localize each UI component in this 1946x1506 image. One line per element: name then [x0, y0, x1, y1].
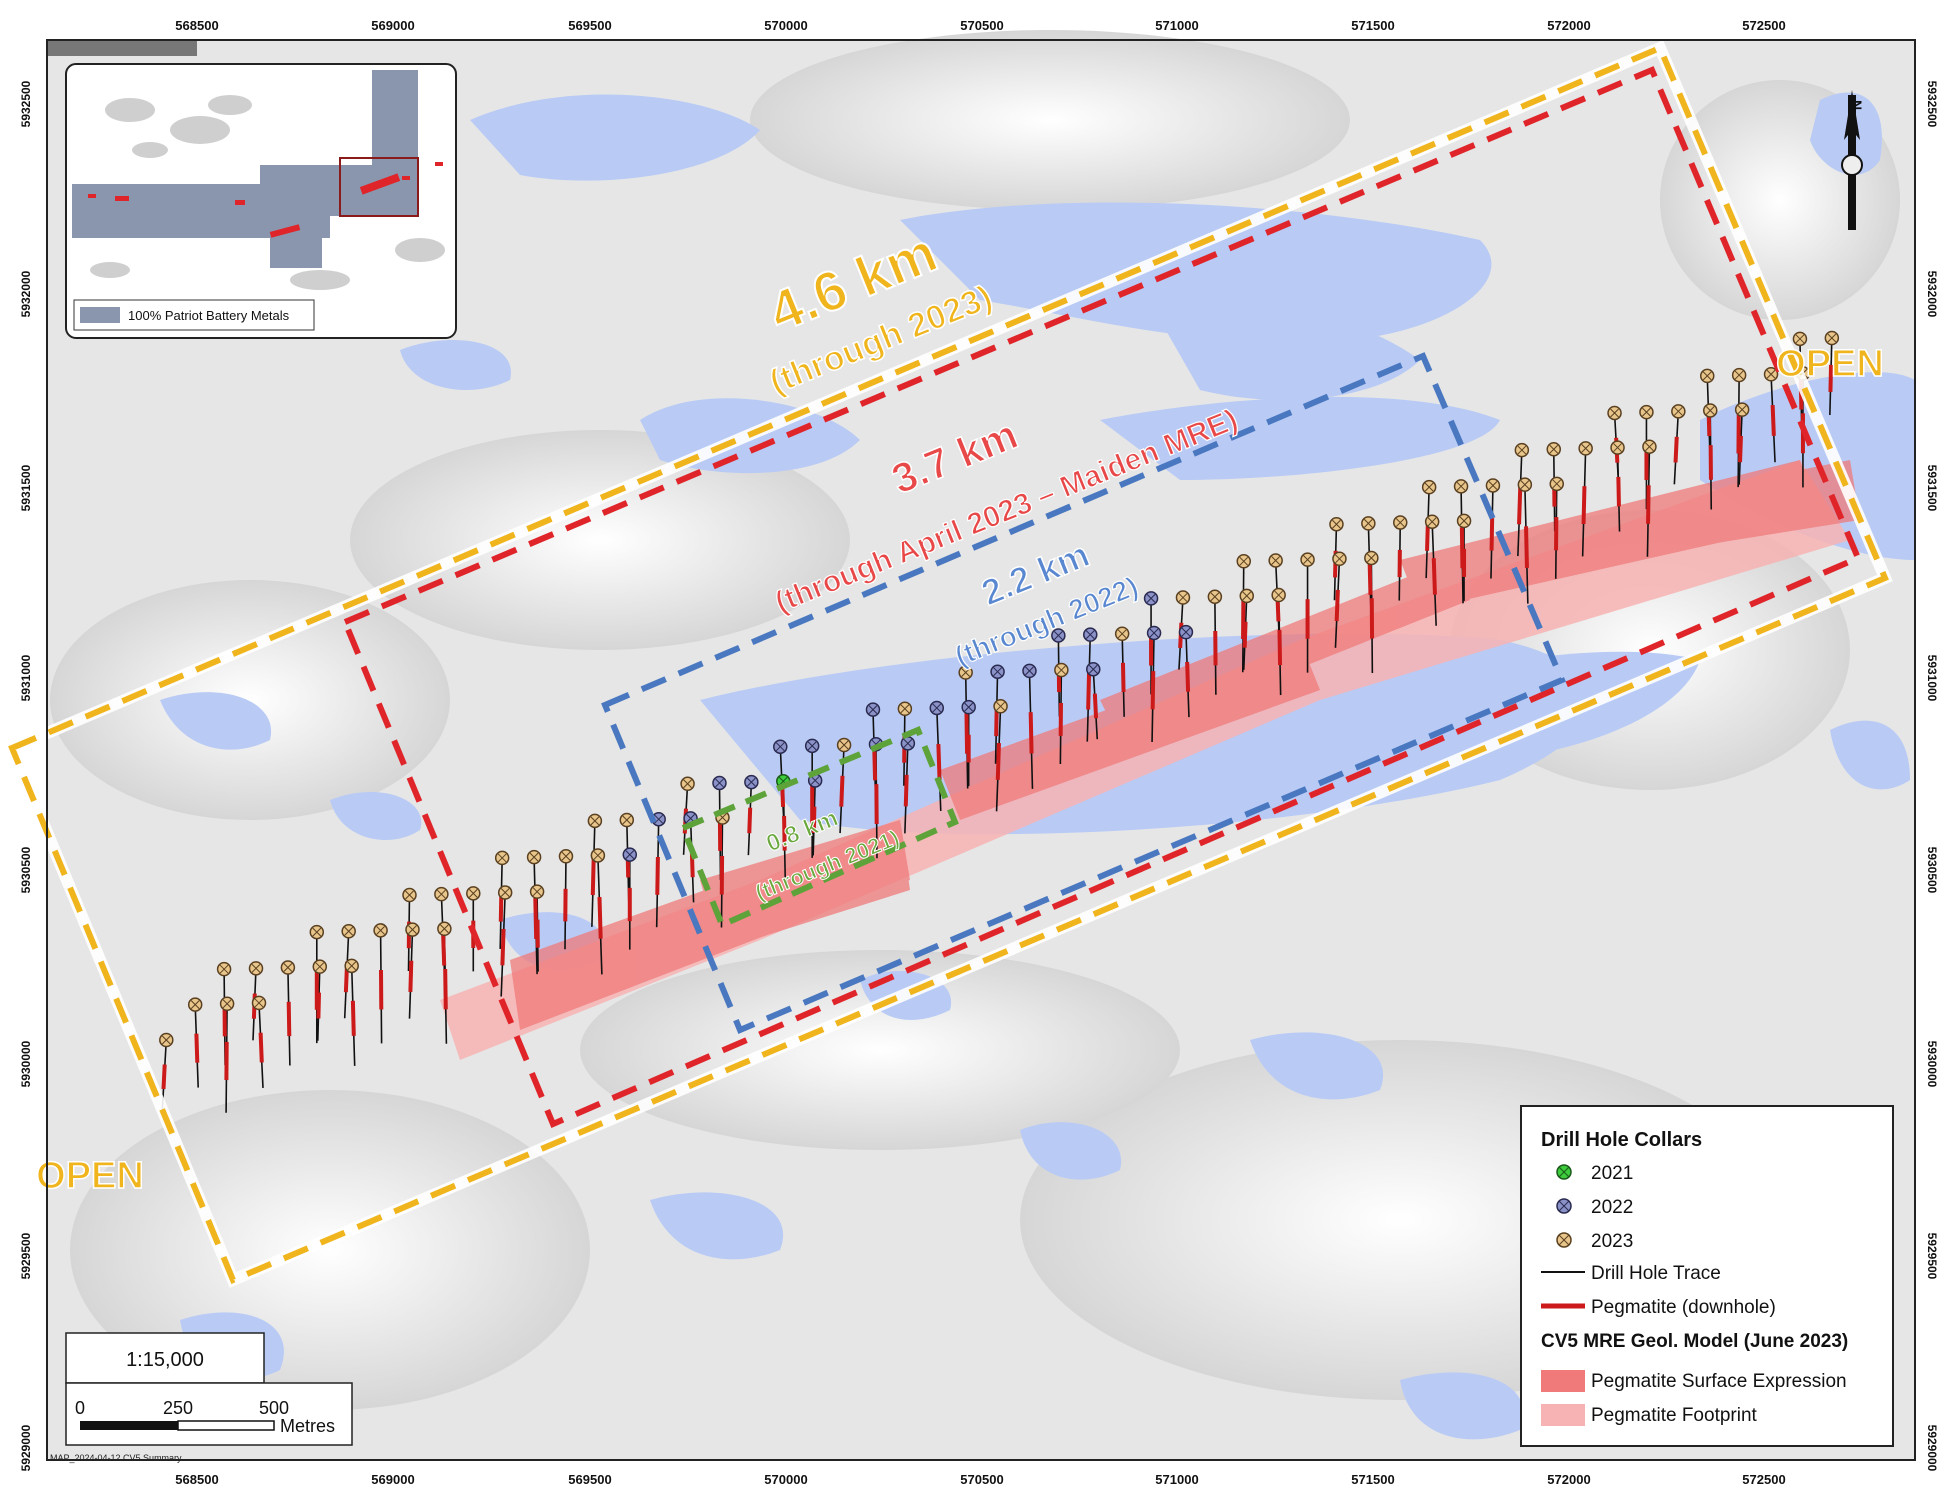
pegmatite-interval [597, 897, 603, 939]
pegmatite-interval [1277, 630, 1283, 666]
footer-note: MAP_2024-04-12 CV5 Summary [50, 1453, 182, 1463]
pegmatite-interval [1489, 517, 1495, 551]
x-axis-top: 568500 569000 569500 570000 570500 57100… [175, 18, 1785, 33]
y-tick-left: 5932500 [19, 80, 33, 127]
pegmatite-interval [161, 1064, 167, 1090]
pegmatite-interval [1086, 672, 1092, 710]
pegmatite-interval [408, 960, 414, 992]
svg-text:N: N [1849, 100, 1865, 110]
pegmatite-interval [258, 1032, 264, 1063]
pegmatite-interval [747, 807, 753, 834]
x-tick-top: 568500 [175, 18, 218, 33]
pegmatite-interval [590, 857, 596, 896]
inset-map: 100% Patriot Battery Metals [65, 63, 457, 339]
legend-title: Drill Hole Collars [1541, 1129, 1702, 1151]
y-tick-left: 5929500 [19, 1232, 33, 1279]
y-tick-left: 5932000 [19, 270, 33, 317]
legend-2022: 2022 [1591, 1197, 1633, 1218]
legend-pegmatite-downhole: Pegmatite (downhole) [1591, 1297, 1776, 1318]
pegmatite-interval [903, 774, 909, 807]
y-tick-right: 5932000 [1925, 271, 1939, 318]
pegmatite-interval [1028, 712, 1034, 754]
y-tick-left: 5929000 [19, 1424, 33, 1471]
pegmatite-interval [1120, 662, 1126, 692]
pegmatite-interval [1242, 621, 1248, 648]
pegmatite-interval [350, 1000, 356, 1036]
open-label-right: OPEN [1776, 343, 1884, 385]
scale-ratio: 1:15,000 [126, 1349, 204, 1371]
inset-legend-label: 100% Patriot Battery Metals [128, 308, 290, 323]
y-tick-right: 5930000 [1925, 1041, 1939, 1088]
pegmatite-interval [1517, 487, 1523, 525]
pegmatite-interval [839, 775, 845, 807]
pegmatite-interval [443, 968, 448, 1010]
pegmatite-interval [1616, 476, 1621, 507]
x-tick-bottom: 570000 [764, 1472, 807, 1487]
legend-footprint: Pegmatite Footprint [1591, 1405, 1758, 1426]
legend-2021: 2021 [1591, 1163, 1633, 1184]
x-axis-bottom: 568500 569000 569500 570000 570500 57100… [175, 1472, 1785, 1487]
pegmatite-interval [1673, 436, 1679, 463]
cv5-map: 4.6 km (through 2023) 3.7 km (through Ap… [4, 18, 1939, 1487]
y-tick-left: 5931500 [19, 464, 33, 511]
scale-unit: Metres [280, 1416, 335, 1436]
inset-legend-swatch [80, 307, 120, 323]
scale-label-250: 250 [163, 1398, 193, 1418]
footprint-swatch [1541, 1404, 1585, 1426]
pegmatite-interval [1524, 526, 1529, 568]
x-tick-bottom: 571000 [1155, 1472, 1198, 1487]
y-tick-right: 5932500 [1925, 81, 1939, 128]
pegmatite-interval [1770, 404, 1776, 436]
x-tick-bottom: 572500 [1742, 1472, 1785, 1487]
x-tick-top: 569500 [568, 18, 611, 33]
y-tick-right: 5931000 [1925, 655, 1939, 702]
x-tick-bottom: 569000 [371, 1472, 414, 1487]
y-axis-right: 5932500 5932000 5931500 5931000 5930500 … [1925, 81, 1939, 1472]
x-tick-top: 571000 [1155, 18, 1198, 33]
y-tick-right: 5929500 [1925, 1233, 1939, 1280]
pegmatite-interval [655, 856, 660, 895]
x-tick-top: 570000 [764, 18, 807, 33]
scale-label-0: 0 [75, 1398, 85, 1418]
x-tick-bottom: 571500 [1351, 1472, 1394, 1487]
pegmatite-interval [1092, 693, 1099, 719]
pegmatite-interval [1646, 485, 1651, 524]
x-tick-top: 569000 [371, 18, 414, 33]
y-tick-left: 5931000 [19, 654, 33, 701]
corner-mark [47, 40, 197, 56]
x-tick-bottom: 572000 [1547, 1472, 1590, 1487]
x-tick-top: 572000 [1547, 18, 1590, 33]
x-tick-bottom: 570500 [960, 1472, 1003, 1487]
pegmatite-interval [1334, 589, 1340, 622]
pegmatite-interval [286, 1001, 292, 1037]
legend: Drill Hole Collars 2021 2022 2023 Drill … [1520, 1105, 1894, 1447]
pegmatite-interval [936, 743, 942, 781]
legend-2023: 2023 [1591, 1231, 1633, 1252]
pegmatite-interval [194, 1033, 200, 1063]
pegmatite-interval [316, 992, 321, 1019]
x-tick-top: 572500 [1742, 18, 1785, 33]
y-tick-right: 5929000 [1925, 1425, 1939, 1472]
y-tick-right: 5930500 [1925, 847, 1939, 894]
pegmatite-interval [995, 742, 1001, 780]
legend-trace: Drill Hole Trace [1591, 1263, 1721, 1284]
pegmatite-interval [1150, 671, 1156, 710]
scale-label-500: 500 [259, 1398, 289, 1418]
x-tick-bottom: 569500 [568, 1472, 611, 1487]
x-tick-top: 571500 [1351, 18, 1394, 33]
y-tick-left: 5930000 [19, 1040, 33, 1087]
pegmatite-interval [500, 928, 506, 966]
pegmatite-interval [1185, 661, 1191, 692]
open-label-left: OPEN [36, 1155, 144, 1197]
y-tick-right: 5931500 [1925, 465, 1939, 512]
surface-expression-swatch [1541, 1370, 1585, 1392]
x-tick-top: 570500 [960, 18, 1003, 33]
pegmatite-interval [1738, 435, 1743, 463]
legend-surface-expression: Pegmatite Surface Expression [1591, 1371, 1847, 1392]
x-tick-bottom: 568500 [175, 1472, 218, 1487]
pegmatite-interval [1431, 558, 1437, 595]
pegmatite-interval [1581, 486, 1587, 525]
y-tick-left: 5930500 [19, 846, 33, 893]
legend-model-title: CV5 MRE Geol. Model (June 2023) [1541, 1331, 1848, 1352]
